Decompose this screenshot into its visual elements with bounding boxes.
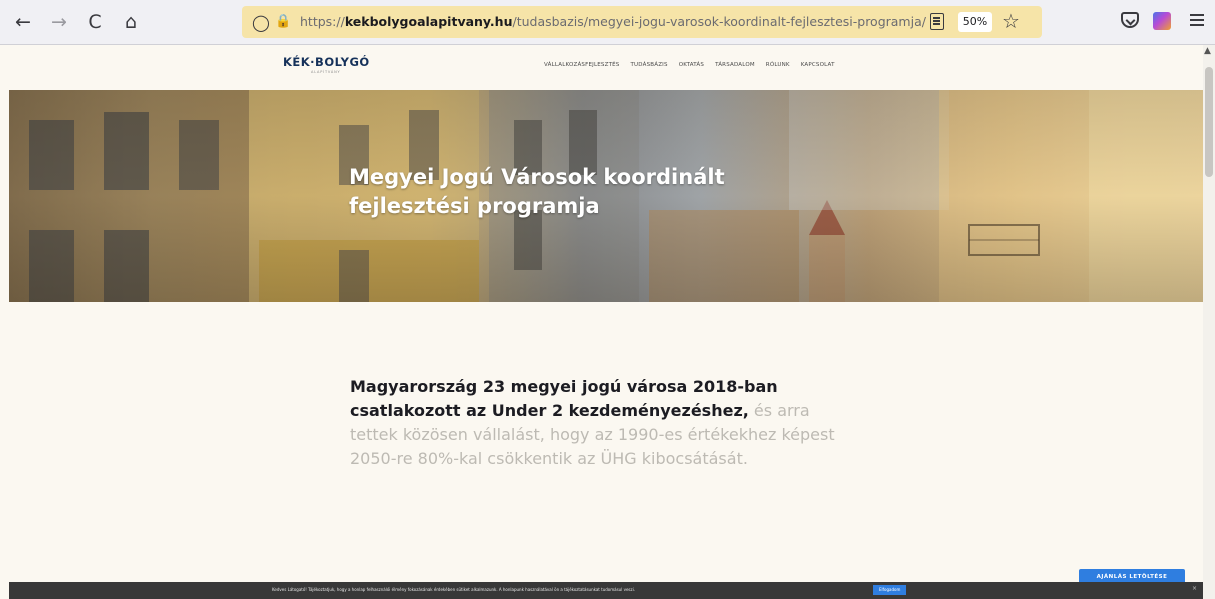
site-header: KÉK·BOLYGÓ ALAPÍTVÁNY VÁLLALKOZÁSFEJLESZ… xyxy=(0,45,1203,90)
cookie-message: Kedves Látogató! Tájékoztatjuk, hogy a h… xyxy=(272,587,635,592)
nav-item-vallalkozasfejlesztes[interactable]: VÁLLALKOZÁSFEJLESZTÉS xyxy=(544,62,620,68)
browser-toolbar: ← → C ⌂ ◯ 🔒 https://kekbolygoalapitvany.… xyxy=(0,0,1215,45)
site-nav: VÁLLALKOZÁSFEJLESZTÉS TUDÁSBÁZIS OKTATÁS… xyxy=(544,62,835,68)
reload-icon: C xyxy=(88,11,102,33)
scrollbar-thumb[interactable] xyxy=(1205,67,1213,177)
page-scrollbar[interactable]: ▲ xyxy=(1203,45,1215,599)
intro-highlight: Magyarország 23 megyei jogú városa 2018-… xyxy=(350,377,778,420)
back-button[interactable]: ← xyxy=(10,9,36,35)
nav-item-kapcsolat[interactable]: KAPCSOLAT xyxy=(801,62,835,68)
cookie-banner: Kedves Látogató! Tájékoztatjuk, hogy a h… xyxy=(9,582,1203,599)
reader-view-icon[interactable] xyxy=(930,13,944,30)
home-button[interactable]: ⌂ xyxy=(118,9,144,35)
forward-button[interactable]: → xyxy=(46,9,72,35)
home-icon: ⌂ xyxy=(124,11,138,33)
forward-arrow-icon: → xyxy=(51,11,67,33)
page-title: Megyei Jogú Városok koordinált fejleszté… xyxy=(349,165,725,218)
back-arrow-icon: ← xyxy=(15,11,31,33)
logo-text: KÉK·BOLYGÓ xyxy=(283,55,370,69)
shield-icon[interactable]: ◯ xyxy=(252,13,270,32)
nav-item-tudasbazis[interactable]: TUDÁSBÁZIS xyxy=(631,62,668,68)
cookie-accept-button[interactable]: Elfogadom xyxy=(873,585,907,595)
url-text[interactable]: https://kekbolygoalapitvany.hu/tudasbazi… xyxy=(300,14,926,29)
zoom-level-badge[interactable]: 50% xyxy=(958,12,992,32)
site-logo[interactable]: KÉK·BOLYGÓ ALAPÍTVÁNY xyxy=(283,55,370,74)
url-domain: kekbolygoalapitvany.hu xyxy=(344,14,513,29)
intro-paragraph: Magyarország 23 megyei jogú városa 2018-… xyxy=(350,375,860,471)
reload-button[interactable]: C xyxy=(82,9,108,35)
hamburger-menu-icon[interactable] xyxy=(1190,14,1204,16)
nav-item-oktatas[interactable]: OKTATÁS xyxy=(679,62,704,68)
cookie-close-icon[interactable]: × xyxy=(1192,585,1197,592)
hero-banner: Megyei Jogú Városok koordinált fejleszté… xyxy=(9,90,1203,302)
logo-subtext: ALAPÍTVÁNY xyxy=(311,70,341,74)
page-viewport: KÉK·BOLYGÓ ALAPÍTVÁNY VÁLLALKOZÁSFEJLESZ… xyxy=(0,45,1203,599)
bookmark-star-icon[interactable]: ☆ xyxy=(1002,9,1020,33)
nav-item-tarsadalom[interactable]: TÁRSADALOM xyxy=(715,62,755,68)
url-bar[interactable]: ◯ 🔒 https://kekbolygoalapitvany.hu/tudas… xyxy=(242,6,1042,38)
pocket-icon[interactable] xyxy=(1121,12,1139,28)
lock-icon[interactable]: 🔒 xyxy=(275,14,291,29)
url-path: /tudasbazis/megyei-jogu-varosok-koordina… xyxy=(512,14,926,29)
scroll-up-icon[interactable]: ▲ xyxy=(1204,46,1211,56)
url-prefix: https:// xyxy=(300,14,345,29)
extension-icon[interactable] xyxy=(1153,12,1171,30)
nav-item-rolunk[interactable]: RÓLUNK xyxy=(766,62,790,68)
